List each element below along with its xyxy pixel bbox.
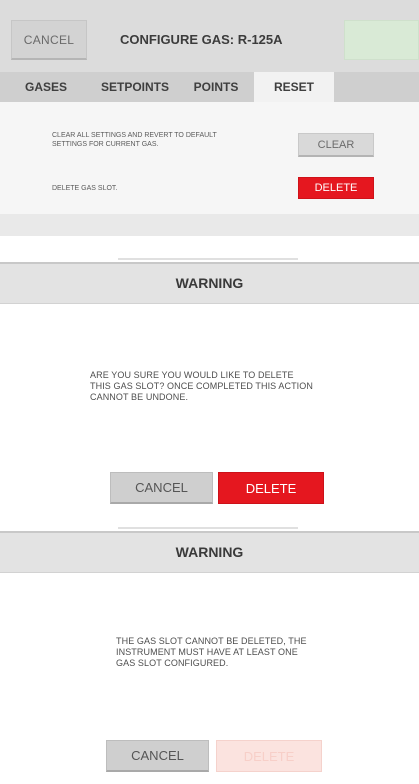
clear-description-line: CLEAR ALL SETTINGS AND REVERT TO DEFAULT (52, 132, 217, 139)
cannot-delete-dialog: WARNING THE GAS SLOT CANNOT BE DELETED, … (0, 527, 419, 784)
tab-gases[interactable]: GASES (14, 72, 78, 102)
dialog-title: WARNING (175, 275, 244, 291)
dialog-message: THE GAS SLOT CANNOT BE DELETED, THE INST… (116, 636, 307, 669)
delete-button[interactable]: DELETE (298, 177, 374, 199)
configure-gas-screen: CANCEL CONFIGURE GAS: R-125A GASES SETPO… (0, 0, 419, 236)
tab-reset[interactable]: RESET (254, 72, 334, 102)
clear-description-line: SETTINGS FOR CURRENT GAS. (52, 141, 159, 148)
dialog-message-line: GAS SLOT CONFIGURED. (116, 658, 229, 668)
dialog-message-line: THE GAS SLOT CANNOT BE DELETED, THE (116, 636, 307, 646)
dialog-delete-button[interactable]: DELETE (218, 472, 324, 504)
confirm-delete-dialog: WARNING ARE YOU SURE YOU WOULD LIKE TO D… (0, 258, 419, 512)
clear-description: CLEAR ALL SETTINGS AND REVERT TO DEFAULT… (52, 131, 217, 149)
cancel-button[interactable]: CANCEL (11, 20, 87, 60)
clear-button[interactable]: CLEAR (298, 133, 374, 157)
divider (118, 258, 298, 260)
delete-description: DELETE GAS SLOT. (52, 185, 118, 192)
dialog-delete-button-disabled: DELETE (216, 740, 322, 772)
dialog-cancel-button[interactable]: CANCEL (106, 740, 209, 772)
dialog-title: WARNING (175, 544, 244, 560)
dialog-message: ARE YOU SURE YOU WOULD LIKE TO DELETE TH… (90, 370, 313, 403)
dialog-message-line: ARE YOU SURE YOU WOULD LIKE TO DELETE (90, 370, 294, 380)
dialog-message-line: CANNOT BE UNDONE. (90, 392, 189, 402)
tab-points[interactable]: POINTS (180, 72, 252, 102)
tab-bar: GASES SETPOINTS POINTS RESET (0, 72, 419, 102)
divider (118, 527, 298, 529)
done-button[interactable] (344, 20, 419, 60)
dialog-cancel-button[interactable]: CANCEL (110, 472, 213, 504)
tab-setpoints[interactable]: SETPOINTS (90, 72, 180, 102)
dialog-message-line: THIS GAS SLOT? ONCE COMPLETED THIS ACTIO… (90, 381, 313, 391)
dialog-message-line: INSTRUMENT MUST HAVE AT LEAST ONE (116, 647, 298, 657)
page-title: CONFIGURE GAS: R-125A (120, 32, 283, 47)
